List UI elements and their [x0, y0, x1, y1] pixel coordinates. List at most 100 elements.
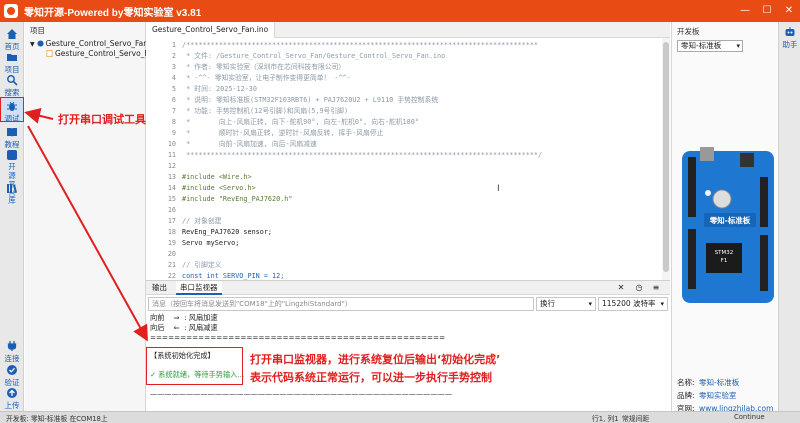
debug-nav[interactable]: 调试: [0, 97, 24, 123]
code-text: /***************************************…: [182, 41, 539, 49]
line-ending-select[interactable]: 换行 ▾: [536, 297, 596, 311]
project-folder-row[interactable]: ▼ Gesture_Control_Servo_Fan: [25, 39, 149, 49]
project-file-row[interactable]: Gesture_Control_Servo_Fan.ino: [25, 49, 171, 59]
board-select[interactable]: 零知-标准板 ▾: [677, 40, 743, 52]
code-text: * 文件: /Gesture_Control_Servo_Fan/Gesture…: [182, 52, 446, 60]
project-panel-title: 项目: [30, 26, 45, 35]
svg-text:F1: F1: [721, 258, 728, 264]
folder-icon: [7, 54, 17, 61]
project-label: 项目: [4, 65, 20, 74]
board-info-brand: 品牌: 零知实验室: [677, 391, 737, 400]
code-text: const int SERVO_PIN = 12;: [182, 272, 285, 280]
code-line: 2 * 文件: /Gesture_Control_Servo_Fan/Gestu…: [146, 51, 662, 62]
minimize-button[interactable]: —: [734, 0, 756, 22]
code-line: 8 * 向上-风扇正转, 向下-舵机90°, 向左-舵机0°, 向右-舵机180…: [146, 117, 662, 128]
line-number: 20: [167, 250, 176, 258]
svg-text:零知-标准板: 零知-标准板: [709, 215, 751, 225]
line-number: 13: [167, 173, 176, 181]
status-continue[interactable]: Continue: [734, 413, 765, 421]
line-number: 12: [167, 162, 176, 170]
code-line: 11 *************************************…: [146, 150, 662, 161]
annotation-monitor-line1: 打开串口监视器，进行系统复位后输出‘初始化完成’: [250, 353, 501, 366]
editor-scroll-thumb[interactable]: [663, 42, 669, 272]
chevron-down-icon: ▾: [588, 300, 592, 308]
project-folder-icon: [37, 40, 44, 47]
baud-rate-select[interactable]: 115200 波特率 ▾: [598, 297, 668, 311]
close-button[interactable]: ✕: [778, 0, 800, 22]
code-text: * 向前-风扇加速, 向后-风扇减速: [182, 140, 317, 148]
serial-line: 向前 ⇒ : 风扇加速: [150, 313, 218, 322]
search-nav[interactable]: 搜索: [0, 74, 24, 98]
line-number: 9: [171, 129, 176, 137]
app-title: 零知开源-Powered by零知实验室 v3.81: [24, 7, 202, 19]
line-number: 5: [171, 85, 176, 93]
project-nav[interactable]: 项目: [0, 51, 24, 75]
code-line: 18 RevEng_PAJ7620 sensor;: [146, 227, 662, 238]
board-info-name: 名称: 零知-标准板: [677, 378, 740, 387]
home-nav[interactable]: 首页: [0, 28, 24, 52]
code-text: Servo myServo;: [182, 239, 240, 247]
upload-label: 上传: [4, 401, 20, 410]
serial-line: ————————————————————————————————————————…: [150, 389, 452, 398]
chevron-down-icon: ▾: [660, 300, 664, 308]
board-select-value: 零知-标准板: [681, 41, 722, 50]
code-area[interactable]: 1 /**************************************…: [146, 38, 662, 302]
line-number: 19: [167, 239, 176, 247]
verify-label: 验证: [4, 378, 20, 387]
app-logo-icon: [4, 4, 18, 18]
verify-nav[interactable]: 验证: [0, 364, 24, 388]
home-label: 首页: [4, 42, 20, 51]
connect-nav[interactable]: 连接: [0, 340, 24, 364]
line-ending-value: 换行: [540, 299, 555, 308]
assistant-nav[interactable]: 助手: [779, 26, 800, 50]
clear-icon[interactable]: ✕: [616, 283, 626, 293]
code-line: 7 * 功能: 手势控制机(12号引脚)和风扇(5,9号引脚): [146, 106, 662, 117]
code-line: 17 // 对象创建: [146, 216, 662, 227]
editor-tab[interactable]: Gesture_Control_Servo_Fan.ino: [146, 22, 276, 38]
library-label: 库: [8, 196, 16, 205]
line-number: 14: [167, 184, 176, 192]
tab-serial-monitor[interactable]: 串口监视器: [176, 281, 222, 295]
line-number: 1: [171, 41, 176, 49]
chevron-down-icon: ▾: [736, 42, 740, 50]
line-number: 15: [167, 195, 176, 203]
board-image: STM32 F1 零知-标准板: [682, 147, 774, 303]
serial-line: ========================================…: [150, 333, 446, 342]
title-bar: 零知开源-Powered by零知实验室 v3.81 — ☐ ✕: [0, 0, 800, 22]
editor-scrollbar[interactable]: [662, 38, 670, 280]
search-icon: [7, 75, 18, 86]
code-text: * -^^- 零知实验室，让电子制作变得更简单！ -^^-: [182, 74, 351, 82]
serial-message-input[interactable]: 消息（按回车将消息发送到"COM18"上的"LingzhiStandard"）: [148, 297, 534, 311]
line-number: 7: [171, 107, 176, 115]
code-line: 14 #include <Servo.h>: [146, 183, 662, 194]
code-line: 6 * 说明: 零知标准板(STM32F103RBT6) + PAJ7620U2…: [146, 95, 662, 106]
upload-icon: [7, 388, 17, 398]
debug-label: 调试: [4, 114, 20, 123]
library-nav[interactable]: 库: [0, 182, 24, 206]
status-bar: 开发板: 零知-标准板 在COM18上 行1, 列1 常规间距 Continue: [0, 411, 800, 423]
project-folder-name: Gesture_Control_Servo_Fan: [45, 39, 149, 48]
code-line: 1 /**************************************…: [146, 40, 662, 51]
code-editor: Gesture_Control_Servo_Fan.ino 1 /********…: [146, 22, 670, 302]
menu-icon[interactable]: ≡: [651, 283, 661, 293]
clock-icon[interactable]: ◷: [634, 283, 644, 293]
status-board: 开发板: 零知-标准板 在COM18上: [6, 415, 108, 423]
code-line: 10 * 向前-风扇加速, 向后-风扇减速: [146, 139, 662, 150]
line-number: 6: [171, 96, 176, 104]
line-number: 3: [171, 63, 176, 71]
upload-nav[interactable]: 上传: [0, 387, 24, 411]
ino-file-icon: [46, 50, 53, 57]
line-number: 8: [171, 118, 176, 126]
code-text: * 作者: 零知实验室（深圳市在芯间科技有限公司）: [182, 63, 346, 71]
activity-bar: 首页 项目 搜索 调试 教程 开源平台 库 连接 验证 上传: [0, 22, 24, 411]
status-position: 行1, 列1: [592, 415, 619, 423]
line-number: 2: [171, 52, 176, 60]
code-text: // 引脚定义: [182, 261, 222, 269]
tab-output[interactable]: 输出: [148, 281, 171, 295]
annotation-debug: 打开串口调试工具: [58, 113, 146, 126]
maximize-button[interactable]: ☐: [756, 0, 778, 22]
code-line: 19 Servo myServo;: [146, 238, 662, 249]
tutorial-nav[interactable]: 教程: [0, 126, 24, 150]
code-line: 20: [146, 249, 662, 260]
code-text: #include <Wire.h>: [182, 173, 252, 181]
